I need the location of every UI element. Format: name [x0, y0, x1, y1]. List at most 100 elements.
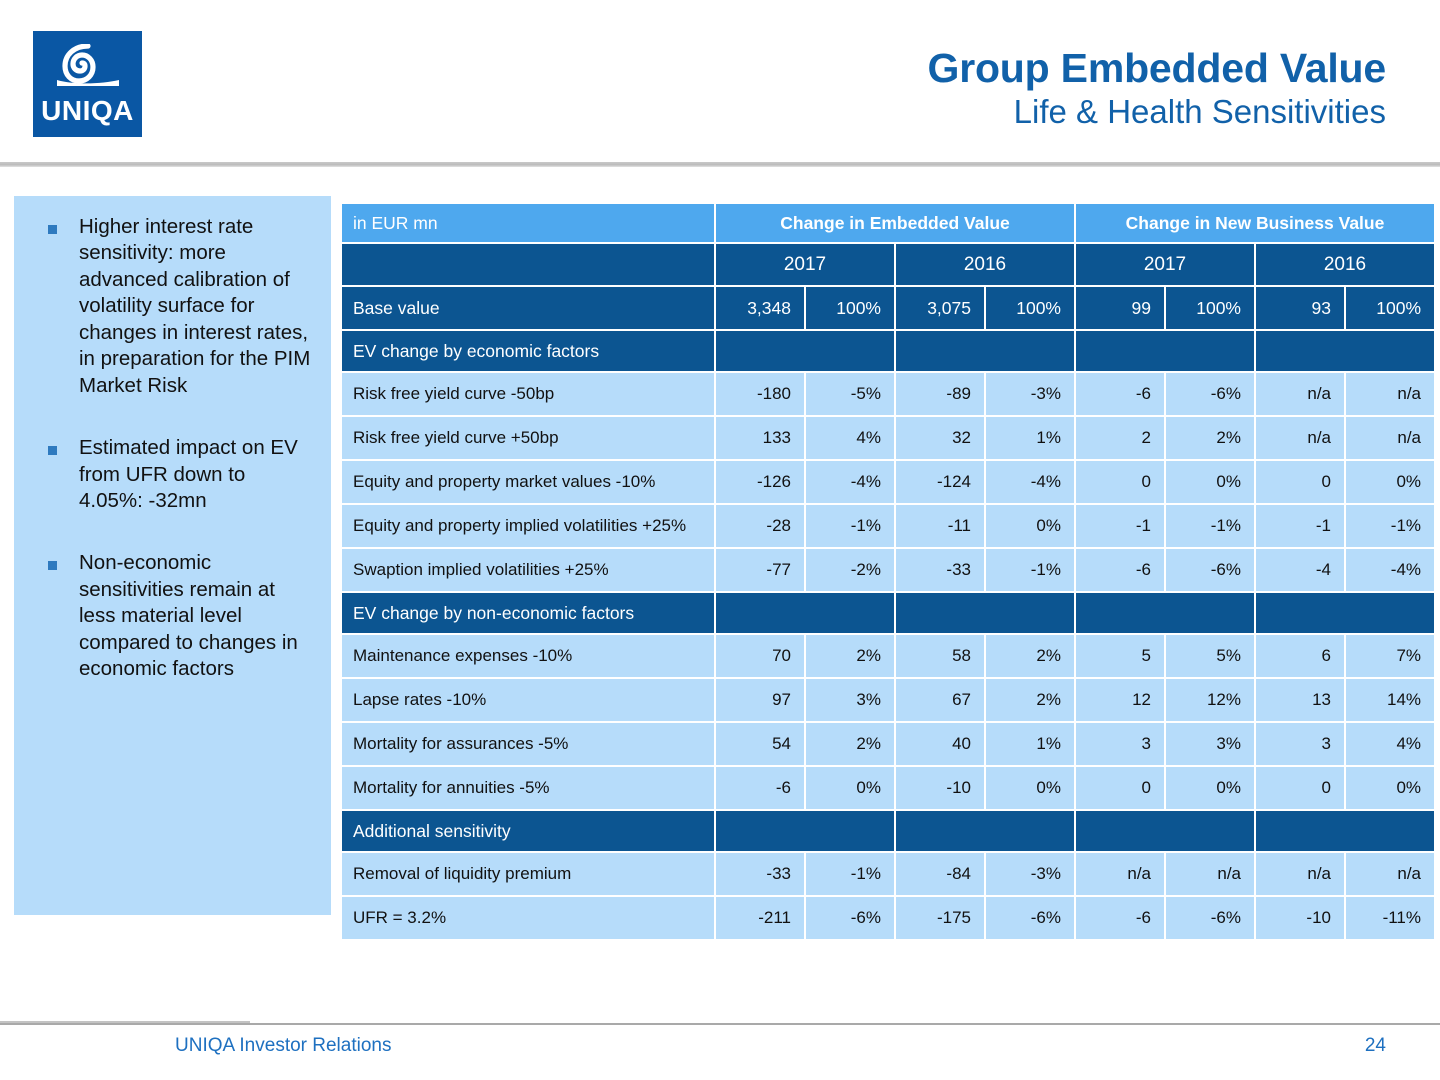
cell-value: -5% — [806, 373, 894, 415]
cell-value: 1% — [986, 723, 1074, 765]
cell-value: n/a — [1346, 853, 1435, 895]
section-spacer — [896, 331, 1074, 371]
cell-value: n/a — [1166, 853, 1254, 895]
cell-value: 4% — [806, 417, 894, 459]
cell-value: -1% — [806, 853, 894, 895]
group-header-new-business-value: Change in New Business Value — [1076, 204, 1435, 242]
cell-value: -4 — [1256, 549, 1344, 591]
cell-value: 7% — [1346, 635, 1435, 677]
cell-value: -180 — [716, 373, 804, 415]
cell-value: 13 — [1256, 679, 1344, 721]
cell-value: 0 — [1076, 767, 1164, 809]
cell-value: 2% — [806, 635, 894, 677]
uniqa-wordmark: UNIQA — [41, 95, 134, 126]
cell-value: n/a — [1346, 417, 1435, 459]
cell-value: 12% — [1166, 679, 1254, 721]
cell-value: 58 — [896, 635, 984, 677]
row-label: Removal of liquidity premium — [342, 853, 714, 895]
table-row-base-value: Base value 3,348 100% 3,075 100% 99 100%… — [342, 287, 1435, 329]
cell-value: 97 — [716, 679, 804, 721]
cell-value: n/a — [1346, 373, 1435, 415]
section-spacer — [1076, 593, 1254, 633]
cell-value: -6% — [1166, 373, 1254, 415]
cell-value: -6% — [1166, 897, 1254, 939]
note-text: Non-economic sensitivities remain at les… — [79, 551, 298, 681]
list-item: Non-economic sensitivities remain at les… — [28, 550, 317, 682]
table-row: Swaption implied volatilities +25% -77 -… — [342, 549, 1435, 591]
cell-value: -33 — [716, 853, 804, 895]
cell-value: 0% — [1166, 767, 1254, 809]
row-label: Mortality for annuities -5% — [342, 767, 714, 809]
cell-value: 3 — [1256, 723, 1344, 765]
cell-value: 93 — [1256, 287, 1344, 329]
row-label: Equity and property market values -10% — [342, 461, 714, 503]
year-header-nbv-2017: 2017 — [1076, 244, 1254, 285]
table-header-groups: in EUR mn Change in Embedded Value Chang… — [342, 204, 1435, 242]
cell-value: 2% — [1166, 417, 1254, 459]
cell-value: -6% — [986, 897, 1074, 939]
cell-value: 100% — [1166, 287, 1254, 329]
section-spacer — [1256, 331, 1435, 371]
cell-value: 0% — [986, 767, 1074, 809]
cell-value: -211 — [716, 897, 804, 939]
cell-value: -6% — [1166, 549, 1254, 591]
table-section-header: EV change by non-economic factors — [342, 593, 1435, 633]
list-item: Higher interest rate sensitivity: more a… — [28, 214, 317, 399]
bullet-icon — [48, 225, 57, 234]
cell-value: -126 — [716, 461, 804, 503]
cell-value: -77 — [716, 549, 804, 591]
table-header-years: 2017 2016 2017 2016 — [342, 244, 1435, 285]
cell-value: 5% — [1166, 635, 1254, 677]
unit-label: in EUR mn — [342, 204, 714, 242]
section-title: EV change by non-economic factors — [342, 593, 714, 633]
cell-value: 3% — [806, 679, 894, 721]
cell-value: -2% — [806, 549, 894, 591]
section-spacer — [716, 593, 894, 633]
cell-value: 3,075 — [896, 287, 984, 329]
cell-value: 0% — [1346, 767, 1435, 809]
cell-value: 6 — [1256, 635, 1344, 677]
cell-value: 3,348 — [716, 287, 804, 329]
section-title: Additional sensitivity — [342, 811, 714, 851]
cell-value: 3% — [1166, 723, 1254, 765]
page-subtitle: Life & Health Sensitivities — [1013, 93, 1386, 131]
commentary-panel: Higher interest rate sensitivity: more a… — [14, 196, 331, 915]
row-label: Mortality for assurances -5% — [342, 723, 714, 765]
cell-value: 4% — [1346, 723, 1435, 765]
table-row: Equity and property market values -10% -… — [342, 461, 1435, 503]
cell-value: 32 — [896, 417, 984, 459]
footer-divider — [0, 1023, 1440, 1025]
row-label: Lapse rates -10% — [342, 679, 714, 721]
cell-value: 67 — [896, 679, 984, 721]
slide-header: UNIQA Group Embedded Value Life & Health… — [0, 0, 1440, 162]
cell-value: -1% — [986, 549, 1074, 591]
cell-value: 2% — [986, 679, 1074, 721]
cell-value: -1 — [1076, 505, 1164, 547]
cell-value: -89 — [896, 373, 984, 415]
section-title: EV change by economic factors — [342, 331, 714, 371]
bullet-icon — [48, 446, 57, 456]
cell-value: 100% — [986, 287, 1074, 329]
cell-value: -4% — [986, 461, 1074, 503]
table-row: Mortality for annuities -5% -6 0% -10 0%… — [342, 767, 1435, 809]
cell-value: -6 — [1076, 897, 1164, 939]
cell-value: -28 — [716, 505, 804, 547]
cell-value: 99 — [1076, 287, 1164, 329]
cell-value: -33 — [896, 549, 984, 591]
cell-value: 2% — [986, 635, 1074, 677]
cell-value: n/a — [1256, 417, 1344, 459]
cell-value: 1% — [986, 417, 1074, 459]
cell-value: n/a — [1256, 373, 1344, 415]
cell-value: 0 — [1256, 461, 1344, 503]
row-label: Maintenance expenses -10% — [342, 635, 714, 677]
page-number: 24 — [1364, 1035, 1386, 1056]
table-row: Equity and property implied volatilities… — [342, 505, 1435, 547]
table-row: Maintenance expenses -10% 70 2% 58 2% 5 … — [342, 635, 1435, 677]
row-label: Risk free yield curve +50bp — [342, 417, 714, 459]
list-item: Estimated impact on EV from UFR down to … — [28, 435, 317, 514]
title-block: Group Embedded Value Life & Health Sensi… — [928, 46, 1387, 132]
section-spacer — [1076, 331, 1254, 371]
row-label: Equity and property implied volatilities… — [342, 505, 714, 547]
note-text: Estimated impact on EV from UFR down to … — [79, 436, 298, 512]
cell-value: 54 — [716, 723, 804, 765]
